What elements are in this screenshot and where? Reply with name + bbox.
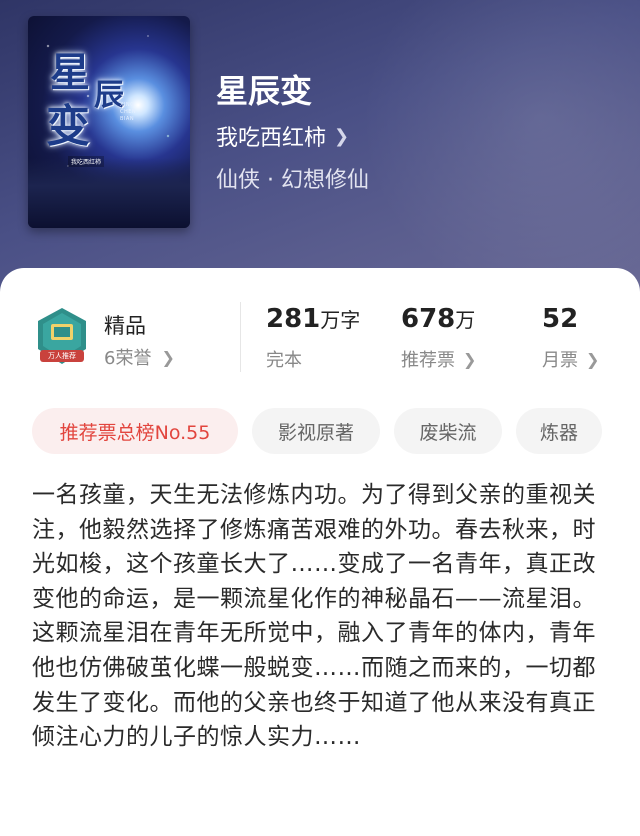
author-name: 我吃西红柿 xyxy=(216,126,327,151)
book-description[interactable]: 一名孩童，天生无法修炼内功。为了得到父亲的重视关注，他毅然选择了修炼痛苦艰难的外… xyxy=(32,478,612,755)
monthly-votes-link[interactable]: 月票 ❯ xyxy=(542,346,599,372)
cover-pinyin-line: CHEN xyxy=(120,109,137,115)
tag-ranking[interactable]: 推荐票总榜No.55 xyxy=(32,408,238,454)
chevron-right-icon: ❯ xyxy=(161,347,175,367)
recommend-votes-link[interactable]: 推荐票 ❯ xyxy=(401,346,476,372)
recommend-votes-label: 推荐票 xyxy=(401,350,455,371)
word-count-value: 281 xyxy=(266,304,321,334)
tag-adaptation[interactable]: 影视原著 xyxy=(252,408,380,454)
book-genre: 仙侠 · 幻想修仙 xyxy=(216,168,369,193)
completion-label: 完本 xyxy=(266,350,302,371)
stats-divider xyxy=(240,302,241,372)
book-title: 星辰变 xyxy=(216,72,313,110)
cover-pinyin-line: BIAN xyxy=(120,116,135,122)
word-count-unit: 万字 xyxy=(320,308,361,332)
word-count: 281万字 xyxy=(266,304,360,334)
badge-ribbon-text: 万人推荐 xyxy=(48,352,76,360)
chevron-right-icon: ❯ xyxy=(334,125,350,147)
cover-pinyin-line: XING xyxy=(120,102,135,108)
completion-status: 完本 xyxy=(266,346,302,372)
monthly-votes-label: 月票 xyxy=(542,350,578,371)
tag-theme[interactable]: 炼器 xyxy=(516,408,602,454)
chevron-right-icon: ❯ xyxy=(463,349,477,369)
recommend-votes-value: 678 xyxy=(401,304,456,334)
quality-label: 精品 xyxy=(104,314,146,338)
monthly-votes: 52 xyxy=(542,304,578,334)
recommend-votes: 678万 xyxy=(401,304,475,334)
monthly-votes-value: 52 xyxy=(542,304,579,334)
cover-ground xyxy=(28,158,190,228)
cover-author: 我吃西红柿 xyxy=(68,156,105,167)
author-link[interactable]: 我吃西红柿 ❯ xyxy=(216,120,349,152)
book-cover[interactable]: 星 辰 变 XING CHEN BIAN 我吃西红柿 xyxy=(28,16,190,228)
quality-badge-icon[interactable]: 万人推荐 xyxy=(34,306,90,368)
honor-count: 6荣誉 xyxy=(104,348,152,369)
cover-title-char: 变 xyxy=(46,101,90,152)
chevron-right-icon: ❯ xyxy=(586,349,600,369)
honor-link[interactable]: 6荣誉 ❯ xyxy=(104,344,175,370)
recommend-votes-unit: 万 xyxy=(455,308,476,332)
tag-subgenre[interactable]: 废柴流 xyxy=(394,408,502,454)
cover-pinyin: XING CHEN BIAN xyxy=(120,102,136,123)
